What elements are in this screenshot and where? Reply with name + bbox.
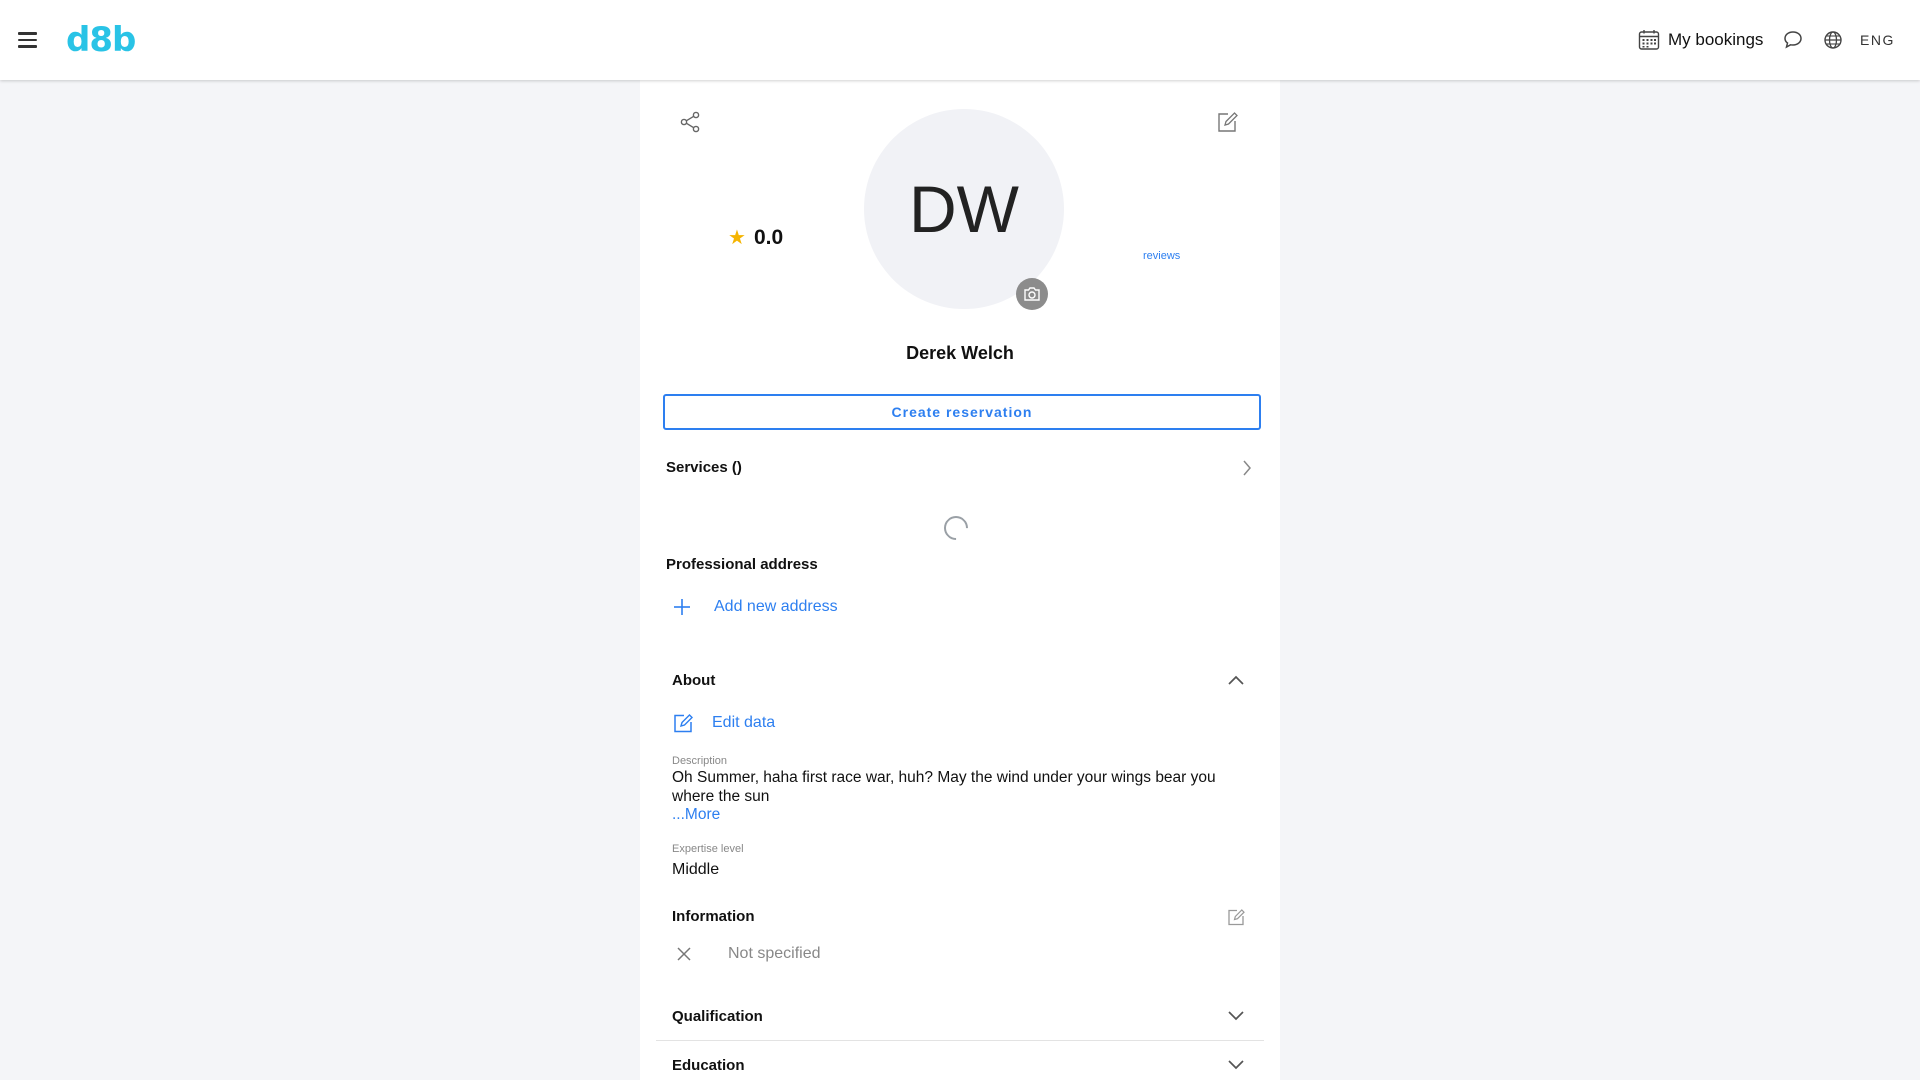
- add-new-address-label: Add new address: [714, 598, 838, 615]
- profile-name: Derek Welch: [906, 343, 1014, 363]
- edit-icon: [1228, 909, 1245, 926]
- professional-address-title: Professional address: [666, 556, 818, 573]
- more-link[interactable]: ...More: [672, 806, 720, 824]
- edit-data-link[interactable]: Edit data: [672, 712, 775, 734]
- chat-icon: [1784, 31, 1802, 49]
- globe-icon: [1824, 31, 1842, 49]
- profile-panel: ★ 0.0 DW reviews Derek Welch Create rese…: [640, 80, 1280, 1080]
- services-chevron-right-icon[interactable]: [1240, 458, 1254, 483]
- camera-icon: [1024, 287, 1040, 301]
- share-button[interactable]: [678, 110, 702, 139]
- calendar-icon: [1638, 30, 1660, 50]
- share-icon: [680, 111, 700, 133]
- language-selector[interactable]: ENG: [1860, 27, 1895, 53]
- add-new-address-button[interactable]: Add new address: [672, 597, 838, 617]
- services-title[interactable]: Services (): [666, 459, 742, 476]
- my-bookings-link[interactable]: My bookings: [1638, 27, 1763, 53]
- divider: [656, 1040, 1264, 1041]
- expertise-level-value: Middle: [672, 861, 720, 878]
- education-title[interactable]: Education: [672, 1057, 745, 1074]
- language-globe-button[interactable]: [1823, 27, 1843, 53]
- description-label: Description: [672, 755, 728, 767]
- expand-qualification-chevron-down-icon[interactable]: [1226, 1006, 1246, 1031]
- my-bookings-label: My bookings: [1668, 30, 1764, 49]
- star-icon: ★: [728, 227, 746, 249]
- expand-education-chevron-down-icon[interactable]: [1226, 1055, 1246, 1080]
- edit-icon: [674, 714, 693, 733]
- hamburger-menu-icon[interactable]: [16, 28, 40, 52]
- plus-icon: [674, 599, 690, 615]
- collapse-chevron-up-icon[interactable]: [1226, 670, 1246, 695]
- logo[interactable]: d8b: [66, 20, 136, 60]
- description-text: Oh Summer, haha first race war, huh? May…: [672, 769, 1216, 805]
- information-title: Information: [672, 908, 755, 925]
- create-reservation-button[interactable]: Create reservation: [663, 394, 1261, 430]
- close-icon: [676, 946, 692, 967]
- information-value: Not specified: [728, 945, 821, 962]
- chat-button[interactable]: [1782, 27, 1804, 53]
- top-bar: d8b My bookings ENG: [0, 0, 1920, 80]
- edit-profile-button[interactable]: [1215, 110, 1239, 139]
- edit-information-button[interactable]: [1226, 907, 1246, 932]
- expertise-level-label: Expertise level: [672, 843, 744, 855]
- reviews-link[interactable]: reviews: [1143, 250, 1180, 262]
- rating-value: 0.0: [753, 225, 784, 249]
- about-title[interactable]: About: [672, 672, 715, 689]
- qualification-title[interactable]: Qualification: [672, 1008, 763, 1025]
- loading-spinner-icon: [939, 511, 973, 545]
- upload-photo-button[interactable]: [1016, 278, 1048, 310]
- edit-icon: [1218, 112, 1238, 132]
- edit-data-label: Edit data: [712, 714, 776, 731]
- rating: ★ 0.0: [728, 225, 783, 250]
